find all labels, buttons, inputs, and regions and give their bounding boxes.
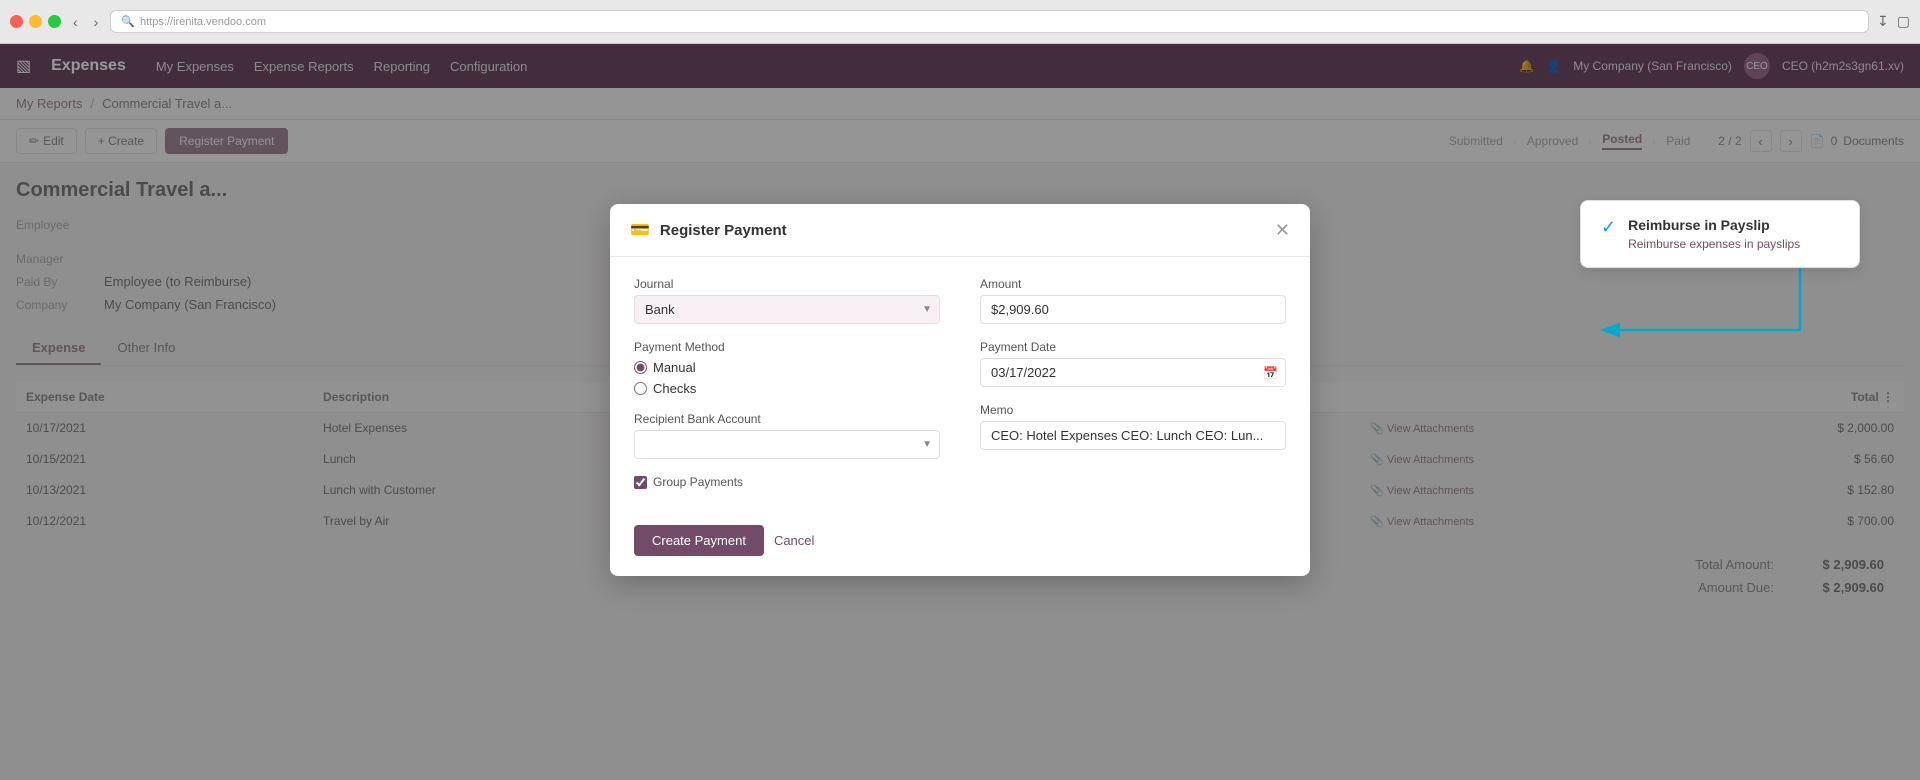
back-button[interactable]: ‹ <box>69 12 82 32</box>
modal-body: Journal Bank Cash Other ▼ Payment Method <box>610 257 1310 509</box>
amount-label: Amount <box>980 277 1286 291</box>
radio-checks[interactable]: Checks <box>634 381 940 396</box>
recipient-bank-group: Recipient Bank Account ▼ <box>634 412 940 459</box>
modal-form: Journal Bank Cash Other ▼ Payment Method <box>634 277 1286 489</box>
radio-manual[interactable]: Manual <box>634 360 940 375</box>
date-input-wrapper: 📅 <box>980 358 1286 387</box>
payment-date-label: Payment Date <box>980 340 1286 354</box>
browser-actions: ↧ ▢ <box>1877 13 1910 30</box>
amount-group: Amount <box>980 277 1286 324</box>
check-icon: ✓ <box>1601 217 1616 238</box>
journal-group: Journal Bank Cash Other ▼ <box>634 277 940 324</box>
forward-button[interactable]: › <box>90 12 103 32</box>
payment-method-radio-group: Manual Checks <box>634 360 940 396</box>
modal-close-button[interactable]: ✕ <box>1275 221 1290 239</box>
journal-select[interactable]: Bank Cash Other <box>634 295 940 324</box>
close-window-button[interactable] <box>10 15 23 28</box>
payment-icon: 💳 <box>630 220 650 240</box>
create-payment-button[interactable]: Create Payment <box>634 525 764 556</box>
amount-input[interactable] <box>980 295 1286 324</box>
memo-input[interactable] <box>980 421 1286 450</box>
tooltip-content: Reimburse in Payslip Reimburse expenses … <box>1628 217 1839 251</box>
cancel-button[interactable]: Cancel <box>774 533 814 548</box>
sidebar-toggle-icon[interactable]: ▢ <box>1897 13 1910 30</box>
minimize-window-button[interactable] <box>29 15 42 28</box>
radio-checks-label: Checks <box>653 381 696 396</box>
browser-chrome: ‹ › 🔍 https://irenita.vendoo.com ↧ ▢ <box>0 0 1920 44</box>
payment-method-label: Payment Method <box>634 340 940 354</box>
payment-date-group: Payment Date 📅 <box>980 340 1286 387</box>
memo-group: Memo <box>980 403 1286 450</box>
tooltip-description: Reimburse expenses in payslips <box>1628 237 1839 251</box>
modal-header: 💳 Register Payment ✕ <box>610 204 1310 257</box>
modal-title: Register Payment <box>660 222 1265 239</box>
radio-manual-input[interactable] <box>634 361 647 374</box>
recipient-bank-input[interactable] <box>634 430 940 459</box>
radio-checks-input[interactable] <box>634 382 647 395</box>
group-payments-label[interactable]: Group Payments <box>653 475 743 489</box>
traffic-lights <box>10 15 61 28</box>
group-payments-checkbox[interactable] <box>634 476 647 489</box>
radio-manual-label: Manual <box>653 360 696 375</box>
recipient-bank-label: Recipient Bank Account <box>634 412 940 426</box>
group-payments-row: Group Payments <box>634 475 940 489</box>
memo-label: Memo <box>980 403 1286 417</box>
maximize-window-button[interactable] <box>48 15 61 28</box>
register-payment-modal: 💳 Register Payment ✕ Journal Bank Cash O… <box>610 204 1310 576</box>
reimburse-tooltip: ✓ Reimburse in Payslip Reimburse expense… <box>1580 200 1860 268</box>
journal-label: Journal <box>634 277 940 291</box>
payment-method-group: Payment Method Manual Checks <box>634 340 940 396</box>
download-icon[interactable]: ↧ <box>1877 13 1889 30</box>
payment-date-input[interactable] <box>980 358 1286 387</box>
journal-select-wrapper: Bank Cash Other ▼ <box>634 295 940 324</box>
tooltip-title: Reimburse in Payslip <box>1628 217 1839 233</box>
address-bar[interactable]: 🔍 https://irenita.vendoo.com <box>110 10 1869 33</box>
url-text: https://irenita.vendoo.com <box>140 16 266 28</box>
modal-footer: Create Payment Cancel <box>610 509 1310 576</box>
recipient-wrapper: ▼ <box>634 430 940 459</box>
